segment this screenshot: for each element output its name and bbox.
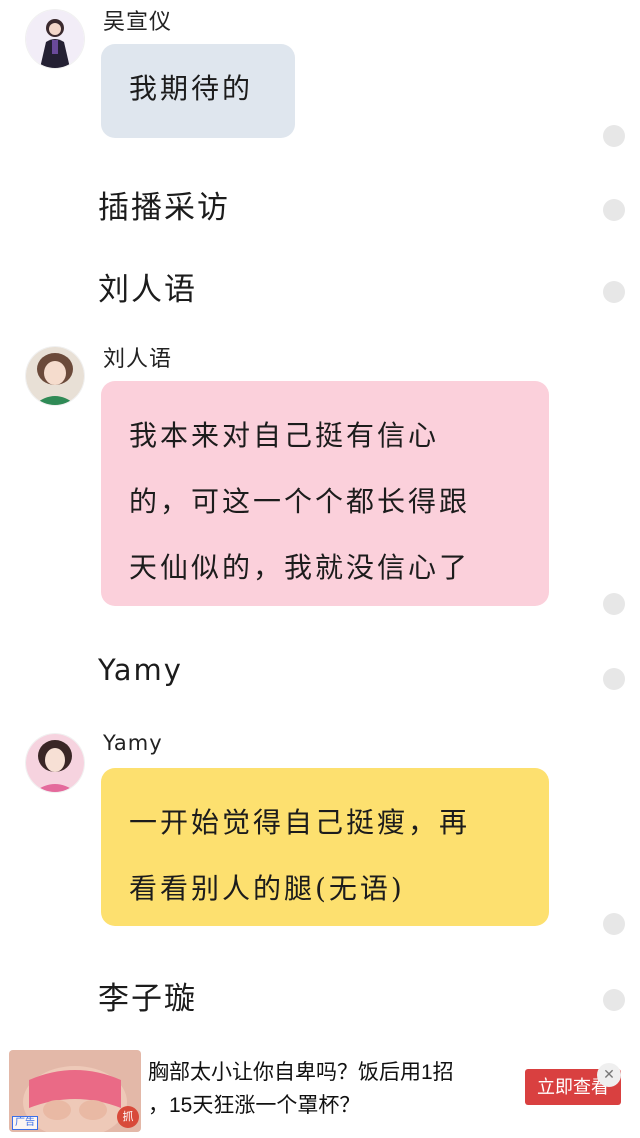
- caption-text: 刘人语: [98, 272, 197, 308]
- message-line: 看看别人的腿(无语): [129, 872, 405, 905]
- message-bubble[interactable]: 我本来对自己挺有信心 的，可这一个个都长得跟 天仙似的，我就没信心了: [101, 381, 549, 606]
- message-bubble[interactable]: 我期待的: [101, 44, 295, 138]
- message-line: 我本来对自己挺有信心: [129, 419, 440, 452]
- ad-text[interactable]: 胸部太小让你自卑吗？饭后用1招 ，15天狂涨一个罩杯？: [148, 1056, 508, 1122]
- message-line: 一开始觉得自己挺瘦，再: [129, 806, 471, 839]
- status-dot: [603, 989, 625, 1011]
- close-icon[interactable]: ✕: [597, 1063, 621, 1087]
- avatar-liu-renyu[interactable]: [26, 347, 84, 405]
- ad-tag: 广告: [12, 1116, 38, 1130]
- avatar-wu-xuanyi[interactable]: [26, 10, 84, 68]
- caption-text: Yamy: [98, 653, 183, 687]
- caption-text: 插播采访: [98, 190, 230, 226]
- message-bubble[interactable]: 一开始觉得自己挺瘦，再 看看别人的腿(无语): [101, 768, 549, 926]
- sender-name: 刘人语: [103, 347, 173, 372]
- status-dot: [603, 668, 625, 690]
- status-dot: [603, 281, 625, 303]
- sender-name: 吴宣仪: [103, 10, 173, 35]
- ad-banner[interactable]: 广告 抓 胸部太小让你自卑吗？饭后用1招 ，15天狂涨一个罩杯？ 立即查看: [0, 1046, 640, 1138]
- grab-badge: 抓: [117, 1106, 139, 1128]
- caption-text: 李子璇: [98, 981, 197, 1017]
- message-line: 天仙似的，我就没信心了: [129, 551, 471, 584]
- message-line: 的，可这一个个都长得跟: [129, 485, 471, 518]
- status-dot: [603, 913, 625, 935]
- avatar-image: [26, 10, 84, 68]
- sender-name: Yamy: [103, 731, 163, 755]
- avatar-yamy[interactable]: [26, 734, 84, 792]
- ad-text-line: 胸部太小让你自卑吗？饭后用1招: [148, 1061, 454, 1084]
- ad-text-line: ，15天狂涨一个罩杯？: [148, 1094, 361, 1117]
- avatar-image: [26, 347, 84, 405]
- chat-screen: 吴宣仪 我期待的 插播采访 刘人语 刘人语 我本来对自己挺有信心 的，可这一个个…: [0, 0, 640, 1138]
- status-dot: [603, 593, 625, 615]
- message-line: 我期待的: [129, 72, 254, 105]
- avatar-image: [26, 734, 84, 792]
- status-dot: [603, 125, 625, 147]
- status-dot: [603, 199, 625, 221]
